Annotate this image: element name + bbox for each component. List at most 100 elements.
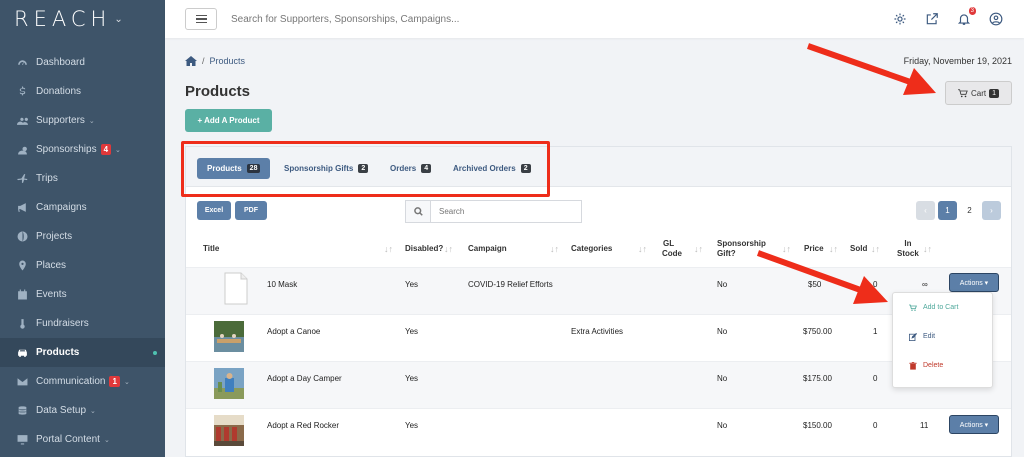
sidebar-item-label: Dashboard: [36, 57, 85, 68]
chevron-down-icon: ⌄: [123, 378, 130, 386]
menu-item-delete[interactable]: Delete: [893, 351, 992, 380]
main-content: / Products Friday, November 19, 2021 Pro…: [165, 38, 1024, 457]
col-price-label: Price: [804, 244, 824, 253]
actions-dropdown-button[interactable]: Actions ▾: [949, 415, 999, 434]
col-header-disabled[interactable]: Disabled?: [405, 231, 443, 267]
cell-sold: 0: [873, 280, 878, 289]
cell-disabled: Yes: [405, 421, 419, 430]
sidebar-item-portal-content[interactable]: Portal Content ⌄: [0, 425, 165, 454]
col-header-categories[interactable]: Categories: [571, 231, 612, 267]
cart-icon: [957, 88, 968, 97]
sidebar-item-fundraisers[interactable]: Fundraisers: [0, 309, 165, 338]
users-icon: [16, 115, 28, 127]
external-link-icon[interactable]: [925, 12, 939, 26]
menu-item-edit[interactable]: Edit: [893, 322, 992, 351]
col-header-gl-code[interactable]: GL Code: [662, 231, 682, 267]
map-pin-icon: [16, 260, 28, 272]
cell-price: $50: [808, 280, 822, 289]
sort-icon[interactable]: ↓↑: [871, 244, 880, 254]
pagination-next[interactable]: ›: [982, 201, 1001, 220]
pagination-page-2[interactable]: 2: [960, 201, 979, 220]
cell-sponsorship: No: [717, 327, 728, 336]
chevron-down-icon: ⌄: [90, 407, 96, 415]
col-header-in-stock[interactable]: In Stock: [897, 231, 919, 267]
table-search-input[interactable]: [431, 207, 571, 216]
sidebar-item-events[interactable]: Events: [0, 280, 165, 309]
col-header-title[interactable]: Title: [203, 231, 219, 267]
sort-icon[interactable]: ↓↑: [550, 244, 559, 254]
top-bar: Search for Supporters, Sponsorships, Cam…: [165, 0, 1024, 38]
actions-dropdown-menu: Add to Cart Edit Delete: [892, 292, 993, 388]
cell-title: Adopt a Day Camper: [267, 374, 342, 383]
chevron-down-icon[interactable]: ⌄: [114, 14, 122, 25]
table-row[interactable]: Adopt a Canoe Yes Extra Activities No $7…: [186, 314, 1011, 361]
sidebar-item-projects[interactable]: Projects: [0, 222, 165, 251]
table-row[interactable]: Adopt a Day Camper Yes No $175.00 0: [186, 361, 1011, 408]
pagination-page-1[interactable]: 1: [938, 201, 957, 220]
sidebar-item-campaigns[interactable]: Campaigns: [0, 193, 165, 222]
col-sold-label: Sold: [850, 244, 868, 253]
col-stock-label-2: Stock: [897, 249, 919, 258]
sidebar-item-communication[interactable]: Communication 1 ⌄: [0, 367, 165, 396]
actions-dropdown-button[interactable]: Actions ▾: [949, 273, 999, 292]
notification-bell-icon[interactable]: 3: [957, 7, 976, 26]
sidebar-item-data-setup[interactable]: Data Setup ⌄: [0, 396, 165, 425]
sidebar: REACH ⌄ Dashboard Donations Supporters ⌄ Spon…: [0, 0, 165, 457]
sidebar-item-products[interactable]: Products: [0, 338, 165, 367]
cell-disabled: Yes: [405, 327, 419, 336]
cart-button[interactable]: Cart 1: [945, 81, 1012, 105]
export-excel-button[interactable]: Excel: [197, 201, 231, 220]
sort-icon[interactable]: ↓↑: [782, 244, 791, 254]
breadcrumb-current[interactable]: Products: [210, 56, 246, 66]
sort-icon[interactable]: ↓↑: [444, 244, 453, 254]
user-profile-icon[interactable]: [989, 12, 1003, 26]
sort-icon[interactable]: ↓↑: [923, 244, 932, 254]
home-icon[interactable]: [185, 56, 197, 66]
menu-item-add-to-cart[interactable]: Add to Cart: [893, 293, 992, 322]
col-header-campaign[interactable]: Campaign: [468, 231, 507, 267]
chevron-down-icon: ⌄: [115, 146, 121, 154]
cell-title: Adopt a Red Rocker: [267, 421, 340, 430]
cell-stock: 11: [920, 421, 929, 430]
sidebar-item-supporters[interactable]: Supporters ⌄: [0, 106, 165, 135]
chevron-down-icon: ⌄: [103, 436, 110, 444]
table-row[interactable]: Adopt a Red Rocker Yes No $150.00 0 11 A…: [186, 408, 1011, 455]
car-icon: [16, 347, 28, 359]
sidebar-item-label: Portal Content: [36, 434, 100, 445]
sidebar-item-places[interactable]: Places: [0, 251, 165, 280]
sidebar-item-dashboard[interactable]: Dashboard: [0, 48, 165, 77]
pagination-prev[interactable]: ‹: [916, 201, 935, 220]
sidebar-item-label: Communication: [36, 376, 106, 387]
col-header-sponsorship-gift[interactable]: Sponsorship Gift?: [717, 231, 766, 267]
col-header-price[interactable]: Price: [804, 231, 824, 267]
logo-text: REACH: [14, 7, 112, 31]
sidebar-item-sponsorships[interactable]: Sponsorships 4 ⌄: [0, 135, 165, 164]
sort-icon[interactable]: ↓↑: [638, 244, 647, 254]
menu-item-label: Delete: [923, 362, 944, 369]
col-header-sold[interactable]: Sold: [850, 231, 867, 267]
menu-item-label: Edit: [923, 333, 936, 340]
sidebar-item-donations[interactable]: Donations: [0, 77, 165, 106]
cell-sold: 0: [873, 421, 878, 430]
table-row[interactable]: 10 Mask Yes COVID-19 Relief Efforts No $…: [186, 267, 1011, 314]
sidebar-item-label: Places: [36, 260, 67, 271]
sort-icon[interactable]: ↓↑: [829, 244, 838, 254]
app-logo[interactable]: REACH ⌄: [0, 0, 165, 38]
add-product-button[interactable]: + Add A Product: [185, 109, 272, 132]
globe-icon: [16, 231, 28, 243]
cell-price: $150.00: [803, 421, 832, 430]
export-pdf-button[interactable]: PDF: [235, 201, 267, 220]
sidebar-item-label: Events: [36, 289, 67, 300]
sidebar-item-trips[interactable]: Trips: [0, 164, 165, 193]
thermometer-icon: [16, 318, 28, 330]
cell-sold: 1: [873, 327, 878, 336]
cell-title: Adopt a Canoe: [267, 327, 321, 336]
sort-icon[interactable]: ↓↑: [384, 244, 393, 254]
sort-icon[interactable]: ↓↑: [694, 244, 703, 254]
menu-toggle-button[interactable]: [185, 8, 217, 30]
cart-count-badge: 1: [989, 88, 1000, 98]
settings-gear-icon[interactable]: [893, 12, 907, 26]
cell-sponsorship: No: [717, 374, 728, 383]
cell-title: 10 Mask: [267, 280, 298, 289]
global-search-input[interactable]: Search for Supporters, Sponsorships, Cam…: [231, 14, 893, 25]
